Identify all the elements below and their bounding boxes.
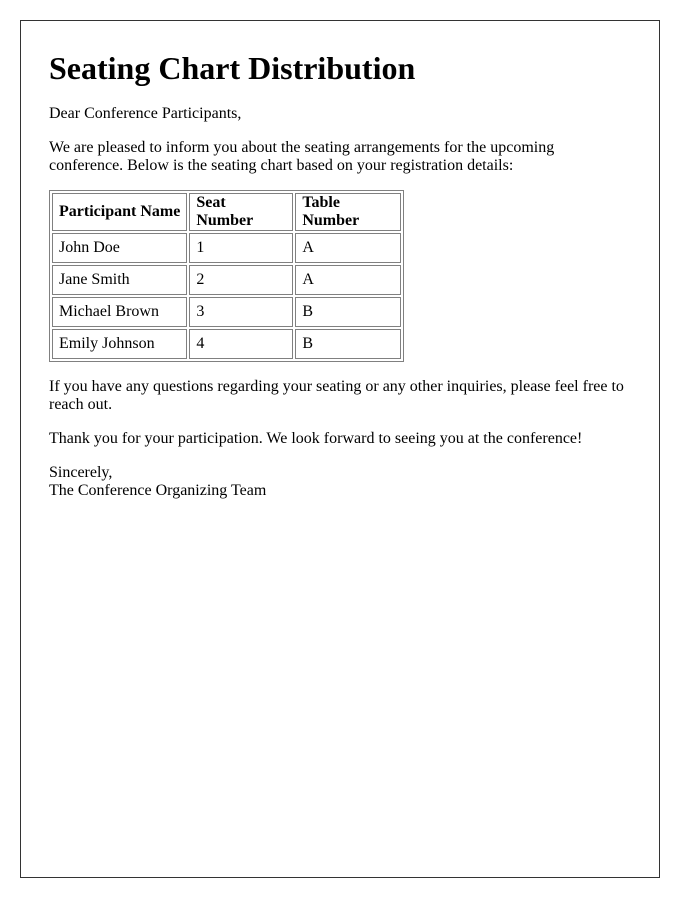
table-header-row: Participant Name Seat Number Table Numbe… [52, 193, 402, 231]
table-number: B [295, 297, 402, 327]
table-number: B [295, 329, 402, 359]
seat-number: 4 [189, 329, 294, 359]
seat-number: 1 [189, 233, 294, 263]
letter-page: Seating Chart Distribution Dear Conferen… [20, 20, 660, 878]
closing-line: Sincerely, [49, 464, 113, 481]
participant-name: John Doe [52, 233, 188, 263]
participant-name: Michael Brown [52, 297, 188, 327]
intro-paragraph: We are pleased to inform you about the s… [49, 139, 555, 174]
table-row: Emily Johnson 4 B [52, 329, 402, 359]
seat-number: 2 [189, 265, 294, 295]
header-seat-number: Seat Number [189, 193, 294, 231]
signature: The Conference Organizing Team [49, 482, 267, 499]
greeting: Dear Conference Participants, [49, 105, 242, 122]
seat-number: 3 [189, 297, 294, 327]
thanks-paragraph: Thank you for your participation. We loo… [49, 430, 583, 447]
followup-paragraph: If you have any questions regarding your… [49, 378, 624, 413]
table-number: A [295, 233, 402, 263]
table-row: Michael Brown 3 B [52, 297, 402, 327]
table-row: John Doe 1 A [52, 233, 402, 263]
seating-table: Participant Name Seat Number Table Numbe… [49, 190, 405, 362]
participant-name: Emily Johnson [52, 329, 188, 359]
table-number: A [295, 265, 402, 295]
table-row: Jane Smith 2 A [52, 265, 402, 295]
header-table-number: Table Number [295, 193, 402, 231]
header-participant-name: Participant Name [52, 193, 188, 231]
participant-name: Jane Smith [52, 265, 188, 295]
page-title: Seating Chart Distribution [49, 50, 416, 86]
